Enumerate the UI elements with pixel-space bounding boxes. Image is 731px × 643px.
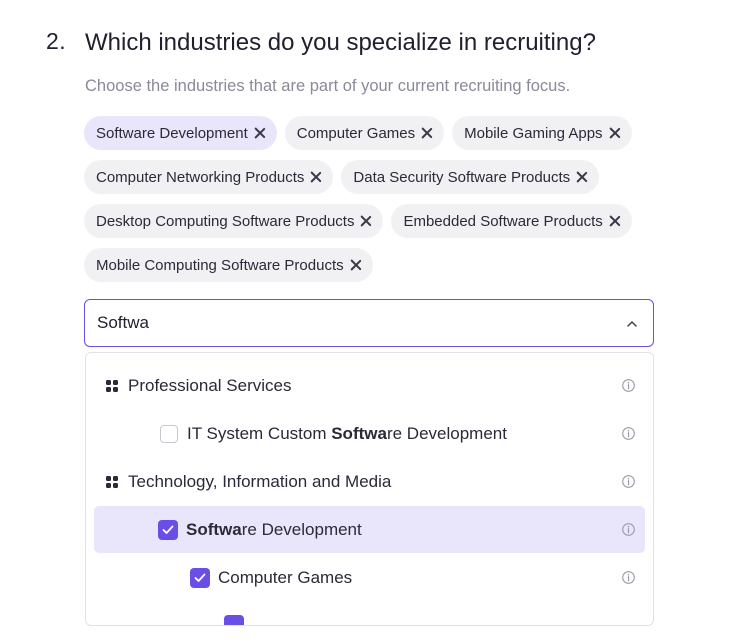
question-subtitle: Choose the industries that are part of y… (85, 77, 571, 95)
chip-desktop-computing-software-products[interactable]: Desktop Computing Software Products (84, 204, 384, 238)
info-icon[interactable] (622, 379, 635, 392)
info-icon[interactable] (622, 523, 635, 536)
chip-label: Software Development (96, 124, 248, 142)
chip-row: Computer Networking Products Data Securi… (84, 160, 664, 194)
close-icon[interactable] (350, 259, 362, 271)
chip-software-development[interactable]: Software Development (84, 116, 277, 150)
info-icon[interactable] (622, 571, 635, 584)
group-label: Technology, Information and Media (128, 471, 392, 491)
close-icon[interactable] (576, 171, 588, 183)
checkmark-icon (194, 573, 206, 582)
chip-label: Computer Games (296, 124, 416, 142)
group-professional-services: Professional Services (94, 362, 645, 409)
group-technology-information-and-media: Technology, Information and Media (94, 458, 645, 505)
checkbox-checked[interactable] (224, 615, 244, 625)
chevron-up-icon[interactable] (627, 319, 637, 329)
chip-computer-games[interactable]: Computer Games (284, 116, 445, 150)
selected-industries-chips: Software Development Computer Games Mobi… (84, 116, 664, 292)
chip-computer-networking-products[interactable]: Computer Networking Products (84, 160, 334, 194)
checkmark-icon (162, 525, 174, 534)
info-icon[interactable] (622, 475, 635, 488)
close-icon[interactable] (310, 171, 322, 183)
question-title: Which industries do you specialize in re… (85, 29, 596, 56)
option-label: IT System Custom Software Development (187, 423, 507, 443)
option-label: Computer Games (218, 567, 353, 587)
chip-mobile-computing-software-products[interactable]: Mobile Computing Software Products (84, 248, 373, 282)
option-it-system-custom-software-development[interactable]: IT System Custom Software Development (94, 410, 645, 457)
question-number: 2. (46, 28, 67, 54)
option-computer-games[interactable]: Computer Games (94, 554, 645, 601)
grid-icon (106, 475, 118, 488)
industry-dropdown-list: Professional Services IT System Custom S… (85, 352, 654, 626)
chip-mobile-gaming-apps[interactable]: Mobile Gaming Apps (452, 116, 632, 150)
close-icon[interactable] (609, 215, 621, 227)
chip-embedded-software-products[interactable]: Embedded Software Products (391, 204, 632, 238)
chip-label: Data Security Software Products (353, 168, 571, 186)
chip-label: Mobile Gaming Apps (464, 124, 603, 142)
industry-search-field[interactable] (84, 299, 654, 347)
chip-label: Mobile Computing Software Products (96, 256, 344, 274)
chip-row: Desktop Computing Software Products Embe… (84, 204, 664, 238)
checkbox-checked[interactable] (158, 519, 178, 540)
chip-label: Computer Networking Products (96, 168, 305, 186)
grid-icon (106, 379, 118, 392)
chip-label: Desktop Computing Software Products (96, 212, 355, 230)
checkbox-checked[interactable] (190, 567, 210, 588)
close-icon[interactable] (254, 127, 266, 139)
checkbox[interactable] (160, 424, 178, 443)
group-label: Professional Services (128, 375, 292, 395)
chip-label: Embedded Software Products (403, 212, 603, 230)
chip-row: Software Development Computer Games Mobi… (84, 116, 664, 150)
info-icon[interactable] (622, 427, 635, 440)
option-software-development[interactable]: Software Development (94, 506, 645, 553)
close-icon[interactable] (421, 127, 433, 139)
industry-search-input[interactable] (97, 313, 597, 333)
chip-row: Mobile Computing Software Products (84, 248, 664, 282)
close-icon[interactable] (609, 127, 621, 139)
chip-data-security-software-products[interactable]: Data Security Software Products (341, 160, 600, 194)
close-icon[interactable] (360, 215, 372, 227)
option-label: Software Development (186, 519, 362, 539)
